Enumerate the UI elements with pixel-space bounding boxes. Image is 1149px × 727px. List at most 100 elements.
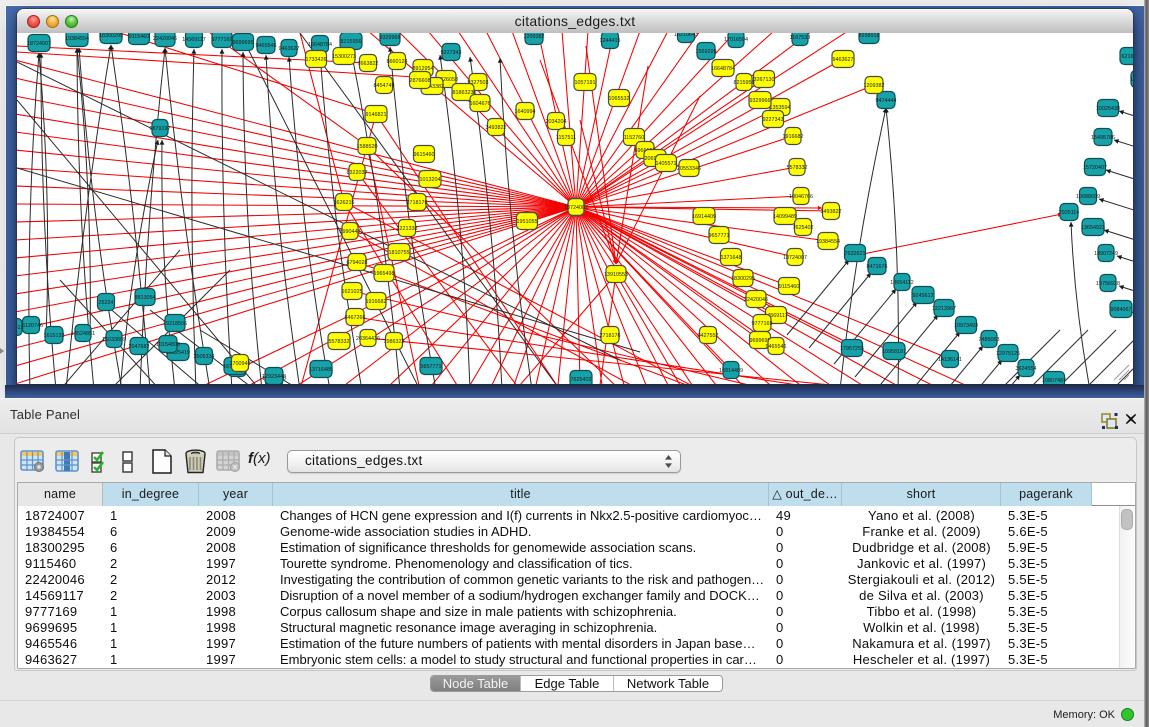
svg-text:17957255: 17957255 [840,346,864,352]
svg-text:6467266: 6467266 [345,315,366,321]
svg-text:3267130: 3267130 [754,77,775,83]
svg-text:9329966: 9329966 [380,35,401,41]
svg-text:18300295: 18300295 [99,33,123,39]
svg-text:3493822: 3493822 [486,125,507,131]
svg-text:1604676: 1604676 [470,101,491,107]
svg-text:10958187: 10958187 [882,349,906,355]
svg-text:1810755: 1810755 [389,250,410,256]
svg-text:1057191: 1057191 [575,80,596,86]
svg-text:6879197: 6879197 [150,126,171,132]
svg-text:7485063: 7485063 [979,337,1000,343]
svg-text:8660124: 8660124 [387,59,408,65]
svg-text:9115460: 9115460 [779,284,800,290]
svg-text:9463627: 9463627 [833,57,854,63]
svg-text:1209382: 1209382 [864,83,885,89]
svg-text:1152760: 1152760 [624,135,645,141]
svg-text:16914409: 16914409 [692,214,716,220]
svg-text:10046766: 10046766 [789,194,813,200]
svg-text:9146821: 9146821 [366,112,387,118]
svg-text:19218506: 19218506 [163,321,187,327]
svg-text:8322037: 8322037 [347,170,368,176]
svg-text:18300295: 18300295 [731,276,755,282]
svg-text:19463627: 19463627 [1130,77,1133,83]
svg-text:13910553: 13910553 [604,272,628,278]
svg-text:16648784: 16648784 [711,66,735,72]
svg-text:3493822: 3493822 [821,209,842,215]
svg-text:8215956: 8215956 [341,39,362,45]
svg-text:5578332: 5578332 [329,339,350,345]
svg-text:2047682: 2047682 [129,344,150,350]
svg-text:16648784: 16648784 [308,42,332,48]
svg-text:8938918: 8938918 [859,33,880,39]
svg-text:15720407: 15720407 [1083,165,1107,171]
svg-text:62160: 62160 [1122,54,1134,60]
svg-text:1209382: 1209382 [524,34,545,40]
svg-text:1371648: 1371648 [721,255,742,261]
svg-text:1221338: 1221338 [397,226,418,232]
svg-text:1965498: 1965498 [374,271,395,277]
svg-text:12975125: 12975125 [996,351,1020,357]
svg-text:1626215: 1626215 [334,200,355,206]
svg-text:20553346: 20553346 [677,166,701,172]
svg-text:8471676: 8471676 [867,264,888,270]
svg-text:9699695: 9699695 [233,40,254,46]
svg-text:10807487: 10807487 [1042,378,1066,384]
svg-text:1916682: 1916682 [783,134,804,140]
svg-text:9777169: 9777169 [212,37,233,43]
svg-text:9857771: 9857771 [421,364,442,370]
svg-text:18724007: 18724007 [564,205,588,211]
svg-text:10654112: 10654112 [890,280,914,286]
svg-text:5578332: 5578332 [787,165,808,171]
svg-text:9227343: 9227343 [763,117,784,123]
svg-text:1065532: 1065532 [609,96,630,102]
svg-text:7632621: 7632621 [845,251,866,257]
svg-text:16914409: 16914409 [719,368,743,374]
svg-text:19384554: 19384554 [816,239,840,245]
svg-text:1167533: 1167533 [790,35,811,41]
svg-text:12213967: 12213967 [932,306,956,312]
svg-text:13654923: 13654923 [1081,225,1105,231]
svg-text:13716485: 13716485 [309,367,333,373]
svg-text:9657771: 9657771 [709,233,730,239]
svg-text:1640994: 1640994 [515,109,536,115]
svg-text:7986322: 7986322 [384,339,405,345]
svg-text:3624554: 3624554 [1016,366,1037,372]
svg-text:7625402: 7625402 [571,377,592,383]
svg-text:9777169: 9777169 [752,321,773,327]
svg-text:1951055: 1951055 [517,219,538,225]
svg-text:12923448: 12923448 [262,374,286,380]
svg-text:6794028: 6794028 [347,260,368,266]
svg-text:18724007: 18724007 [783,255,807,261]
svg-text:9115460: 9115460 [129,34,150,40]
svg-text:2876608: 2876608 [410,78,431,84]
svg-text:10973493: 10973493 [954,323,978,329]
svg-text:9329966: 9329966 [750,98,771,104]
svg-text:9427552: 9427552 [698,333,719,339]
svg-text:14136141: 14136141 [938,357,962,363]
svg-text:18907249: 18907249 [1094,251,1118,257]
svg-text:1733426: 1733426 [306,57,327,63]
svg-text:1013204: 1013204 [420,177,441,183]
svg-text:1569299: 1569299 [696,49,717,55]
svg-text:10154808: 10154808 [156,342,180,348]
svg-text:17016504: 17016504 [724,37,748,43]
svg-text:9463627: 9463627 [279,46,300,52]
svg-text:8813054: 8813054 [135,295,156,301]
svg-text:8990443: 8990443 [340,229,361,235]
svg-text:2034204: 2034204 [546,119,567,125]
svg-text:1700943: 1700943 [230,361,251,367]
svg-text:16033809: 16033809 [102,337,126,343]
svg-text:14569117: 14569117 [182,37,206,43]
svg-text:2935114: 2935114 [1059,210,1080,216]
svg-text:13524851: 13524851 [71,331,95,337]
svg-text:9465546: 9465546 [256,43,277,49]
svg-text:9227343: 9227343 [441,50,462,56]
svg-text:1621025: 1621025 [342,289,363,295]
svg-text:8186323: 8186323 [453,90,474,96]
svg-text:10688609: 10688609 [1076,194,1100,200]
svg-text:1405571: 1405571 [656,161,677,167]
svg-text:8454749: 8454749 [374,83,395,89]
svg-text:22420046: 22420046 [153,36,177,42]
svg-text:9474444: 9474444 [876,98,897,104]
svg-text:22420046: 22420046 [744,297,768,303]
